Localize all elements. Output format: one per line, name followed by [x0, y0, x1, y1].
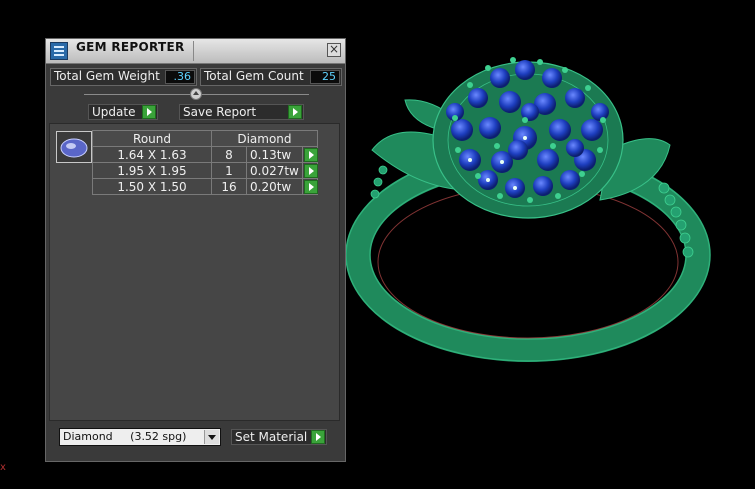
gem-count: 16 — [211, 178, 247, 195]
total-gem-count: Total Gem Count 25 — [200, 68, 342, 86]
gem-table: Round Diamond 1.64 X 1.63 8 0.13tw 1.95 … — [92, 130, 318, 195]
arrow-right-icon — [142, 105, 156, 119]
total-gem-count-label: Total Gem Count — [204, 69, 304, 83]
row-select-button[interactable] — [301, 162, 318, 179]
gem-reporter-app-icon — [50, 42, 68, 60]
gem-weight: 0.13tw — [246, 146, 303, 163]
dropdown-arrow-icon — [204, 430, 219, 444]
gem-size: 1.50 X 1.50 — [92, 178, 212, 195]
set-material-button-label: Set Material — [235, 430, 308, 444]
material-select-value: Diamond (3.52 spg) — [63, 430, 187, 443]
gem-weight: 0.20tw — [246, 178, 303, 195]
axis-indicator: x — [0, 462, 6, 473]
gem-reporter-panel: GEM REPORTER × Total Gem Weight .36 Tota… — [45, 38, 346, 462]
title-divider — [193, 41, 194, 61]
update-button[interactable]: Update — [88, 104, 158, 120]
arrow-right-icon — [311, 430, 325, 444]
gem-weight: 0.027tw — [246, 162, 303, 179]
slider-knob[interactable] — [190, 88, 202, 100]
save-report-button[interactable]: Save Report — [179, 104, 304, 120]
close-icon: × — [328, 42, 340, 56]
arrow-right-icon — [303, 179, 318, 194]
header-shape: Round — [92, 130, 212, 147]
gem-list-area: Round Diamond 1.64 X 1.63 8 0.13tw 1.95 … — [49, 123, 340, 421]
gem-count: 1 — [211, 162, 247, 179]
panel-title: GEM REPORTER — [76, 40, 185, 54]
gem-size: 1.95 X 1.95 — [92, 162, 212, 179]
table-row[interactable]: 1.64 X 1.63 8 0.13tw — [92, 146, 318, 163]
update-button-label: Update — [92, 105, 136, 119]
set-material-button[interactable]: Set Material — [231, 429, 327, 445]
total-gem-weight: Total Gem Weight .36 — [50, 68, 197, 86]
gem-count: 8 — [211, 146, 247, 163]
arrow-right-icon — [303, 147, 318, 162]
titlebar[interactable]: GEM REPORTER × — [46, 39, 345, 64]
gem-size: 1.64 X 1.63 — [92, 146, 212, 163]
total-gem-weight-value: .36 — [165, 70, 195, 84]
row-select-button[interactable] — [301, 146, 318, 163]
close-button[interactable]: × — [327, 43, 341, 57]
save-report-button-label: Save Report — [183, 105, 257, 119]
table-row[interactable]: 1.95 X 1.95 1 0.027tw — [92, 162, 318, 179]
arrow-right-icon — [288, 105, 302, 119]
table-row[interactable]: 1.50 X 1.50 16 0.20tw — [92, 178, 318, 195]
total-gem-weight-label: Total Gem Weight — [54, 69, 160, 83]
total-gem-count-value: 25 — [310, 70, 340, 84]
arrow-right-icon — [303, 163, 318, 178]
gem-thumbnail[interactable] — [56, 131, 92, 163]
table-header: Round Diamond — [92, 130, 318, 147]
material-select[interactable]: Diamond (3.52 spg) — [59, 428, 221, 446]
header-material: Diamond — [211, 130, 318, 147]
round-gem-icon — [60, 138, 88, 158]
row-select-button[interactable] — [301, 178, 318, 195]
